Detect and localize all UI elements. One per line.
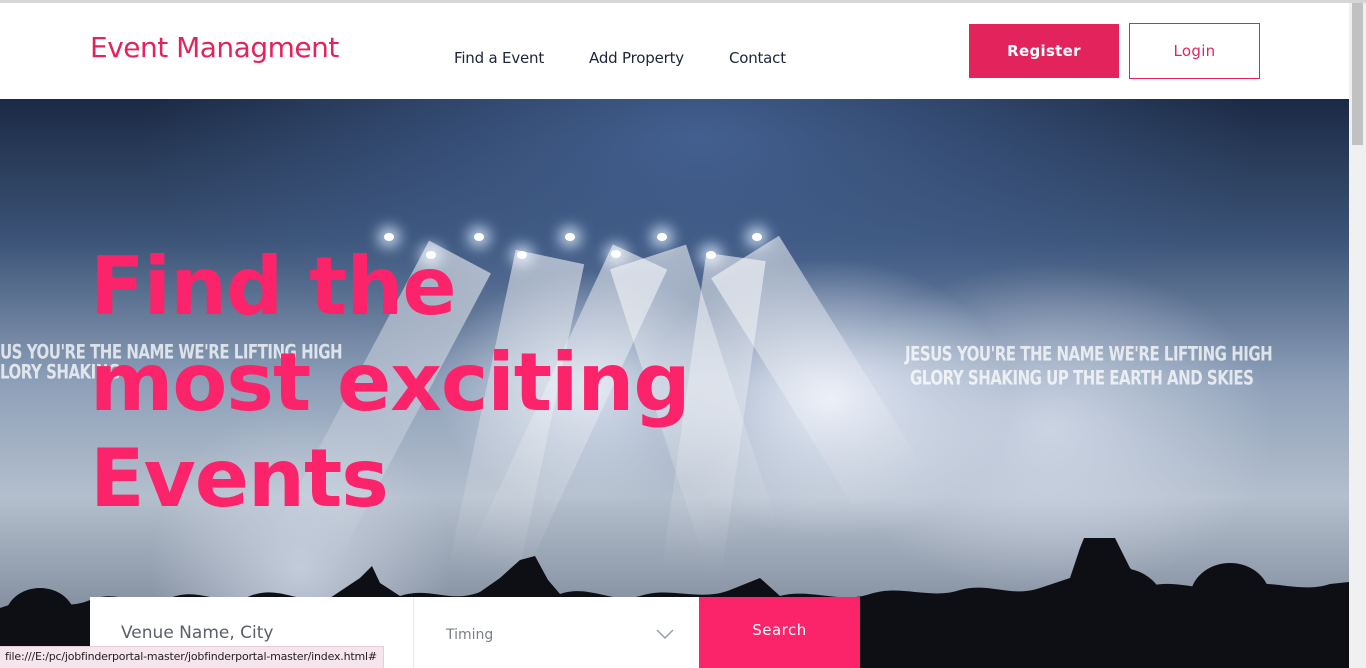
scrollbar-thumb[interactable] <box>1352 3 1363 145</box>
status-bar-url: file:///E:/pc/jobfinderportal-master/job… <box>0 646 384 668</box>
register-button[interactable]: Register <box>969 24 1119 78</box>
stage-light <box>752 233 762 241</box>
nav-add-property[interactable]: Add Property <box>589 49 684 67</box>
main-nav: Find a Event Add Property Contact <box>454 49 831 67</box>
screen-lyric: JESUS YOU'RE THE NAME WE'RE LIFTING HIGH <box>905 342 1273 366</box>
nav-find-event[interactable]: Find a Event <box>454 49 544 67</box>
timing-select-label: Timing <box>446 627 494 643</box>
nav-contact[interactable]: Contact <box>729 49 786 67</box>
headline-line-3: Events <box>90 432 389 525</box>
headline-line-1: Find the <box>90 240 457 333</box>
hero-banner: US YOU'RE THE NAME WE'RE LIFTING HIGH LO… <box>0 99 1349 668</box>
chevron-down-icon <box>656 629 674 639</box>
login-button[interactable]: Login <box>1129 23 1260 79</box>
headline-line-2: most exciting <box>90 336 691 429</box>
hero-headline: Find the most exciting Events <box>90 239 691 527</box>
search-button[interactable]: Search <box>699 597 860 668</box>
site-logo[interactable]: Event Managment <box>90 31 339 64</box>
site-header: Event Managment Find a Event Add Propert… <box>0 3 1349 99</box>
timing-select[interactable]: Timing <box>414 597 699 668</box>
screen-lyric: GLORY SHAKING UP THE EARTH AND SKIES <box>910 366 1254 390</box>
page-scrollbar[interactable] <box>1349 3 1366 668</box>
